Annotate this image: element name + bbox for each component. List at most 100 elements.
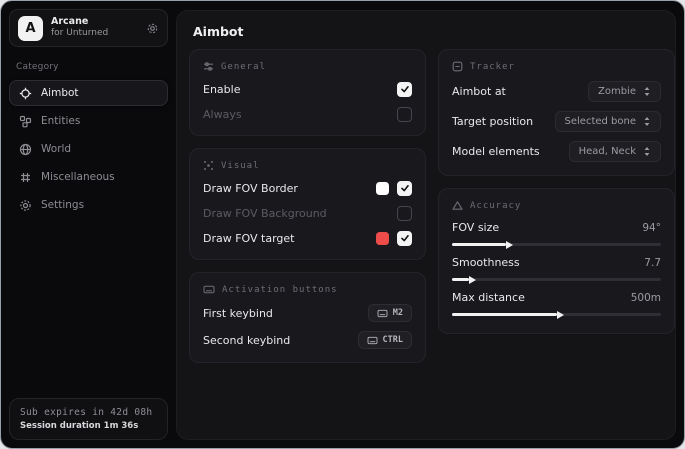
brand-logo: A [18,16,43,41]
enable-checkbox[interactable] [397,82,412,97]
setting-label: Always [203,108,242,121]
max-distance-slider[interactable] [452,313,661,316]
setting-label: Draw FOV target [203,232,295,245]
slider-label: FOV size [452,221,499,234]
setting-row-aimbot-at: Aimbot at Zombie [452,81,661,102]
setting-label: Enable [203,83,240,96]
panel-title: General [221,62,266,72]
fov-size-slider[interactable] [452,243,661,246]
setting-row-fov-border: Draw FOV Border [203,180,412,196]
sidebar-item-settings[interactable]: Settings [9,192,168,218]
right-column: Tracker Aimbot at Zombie Target position [438,49,675,334]
keybind-value: M2 [393,308,403,318]
slider-label: Smoothness [452,256,520,269]
max-distance-slider-group: Max distance 500m [452,291,661,316]
chevron-up-down-icon [643,146,651,157]
slider-value: 7.7 [644,257,661,269]
fov-border-checkbox[interactable] [397,181,412,196]
gear-icon [19,199,32,212]
crosshair-icon [19,87,32,100]
setting-label: Aimbot at [452,85,506,98]
general-panel: General Enable Always [189,49,426,136]
keybind-value: CTRL [383,335,403,345]
session-duration-text: Session duration 1m 36s [20,421,157,431]
keyboard-icon [377,309,388,318]
slider-thumb[interactable] [506,241,513,249]
aimbot-at-select[interactable]: Zombie [588,81,661,102]
panel-title: Tracker [470,62,515,72]
sidebar-item-label: Settings [41,199,84,211]
page-title: Aimbot [177,11,675,39]
first-keybind-button[interactable]: M2 [368,304,412,322]
smoothness-slider-group: Smoothness 7.7 [452,256,661,281]
sidebar-item-label: Entities [41,115,80,127]
setting-row-first-keybind: First keybind M2 [203,304,412,322]
sidebar-item-aimbot[interactable]: Aimbot [9,80,168,106]
globe-icon [19,143,32,156]
sidebar-item-label: Aimbot [41,87,79,99]
sidebar-nav: Aimbot Entities [9,80,168,220]
category-label: Category [16,62,168,72]
sidebar-item-label: Miscellaneous [41,171,115,183]
select-value: Head, Neck [579,146,636,157]
setting-row-model-elements: Model elements Head, Neck [452,141,661,162]
sidebar-item-label: World [41,143,71,155]
setting-row-target-position: Target position Selected bone [452,111,661,132]
grid-icon [19,171,32,184]
sub-expiry-text: Sub expires in 42d 08h [20,407,157,418]
chevron-up-down-icon [643,86,651,97]
tracker-panel: Tracker Aimbot at Zombie Target position [438,49,675,176]
target-position-select[interactable]: Selected bone [555,111,661,132]
triangle-icon [452,200,463,211]
brand-card: A Arcane for Unturned [9,9,168,47]
setting-row-fov-background: Draw FOV Background [203,205,412,221]
setting-row-always: Always [203,106,412,122]
setting-label: Target position [452,115,533,128]
slider-thumb[interactable] [557,311,564,319]
sync-icon[interactable] [146,22,159,35]
setting-label: First keybind [203,307,273,320]
slider-label: Max distance [452,291,525,304]
left-column: General Enable Always [189,49,426,363]
keyboard-icon [203,284,215,295]
panel-title: Accuracy [470,201,521,211]
always-checkbox[interactable] [397,107,412,122]
brand-subtitle: for Unturned [51,28,138,38]
slider-value: 500m [631,292,661,304]
chevron-up-down-icon [643,116,651,127]
fov-size-slider-group: FOV size 94° [452,221,661,246]
fov-target-checkbox[interactable] [397,231,412,246]
fov-background-checkbox[interactable] [397,206,412,221]
setting-label: Draw FOV Border [203,182,298,195]
sliders-icon [203,61,214,72]
sparkle-icon [203,160,214,171]
scan-icon [452,61,463,72]
model-elements-select[interactable]: Head, Neck [569,141,661,162]
setting-row-fov-target: Draw FOV target [203,230,412,246]
activation-panel: Activation buttons First keybind M2 Seco… [189,272,426,363]
visual-panel: Visual Draw FOV Border Draw FOV Backgrou… [189,148,426,260]
select-value: Zombie [598,86,636,97]
entities-icon [19,115,32,128]
setting-label: Model elements [452,145,540,158]
subscription-card: Sub expires in 42d 08h Session duration … [9,398,168,440]
select-value: Selected bone [565,116,636,127]
sidebar-item-entities[interactable]: Entities [9,108,168,134]
keyboard-icon [367,336,378,345]
fov-border-color-swatch[interactable] [376,182,389,195]
setting-label: Second keybind [203,334,290,347]
second-keybind-button[interactable]: CTRL [358,331,412,349]
sidebar-item-world[interactable]: World [9,136,168,162]
fov-target-color-swatch[interactable] [376,232,389,245]
brand-name: Arcane [51,17,138,28]
setting-label: Draw FOV Background [203,207,327,220]
sidebar-item-miscellaneous[interactable]: Miscellaneous [9,164,168,190]
app-window: A Arcane for Unturned Category [0,0,685,449]
slider-thumb[interactable] [469,276,476,284]
main-content: Aimbot General Enable [176,10,676,440]
panel-title: Activation buttons [222,285,338,295]
slider-value: 94° [642,222,661,234]
smoothness-slider[interactable] [452,278,661,281]
setting-row-enable: Enable [203,81,412,97]
sidebar: A Arcane for Unturned Category [1,1,176,448]
